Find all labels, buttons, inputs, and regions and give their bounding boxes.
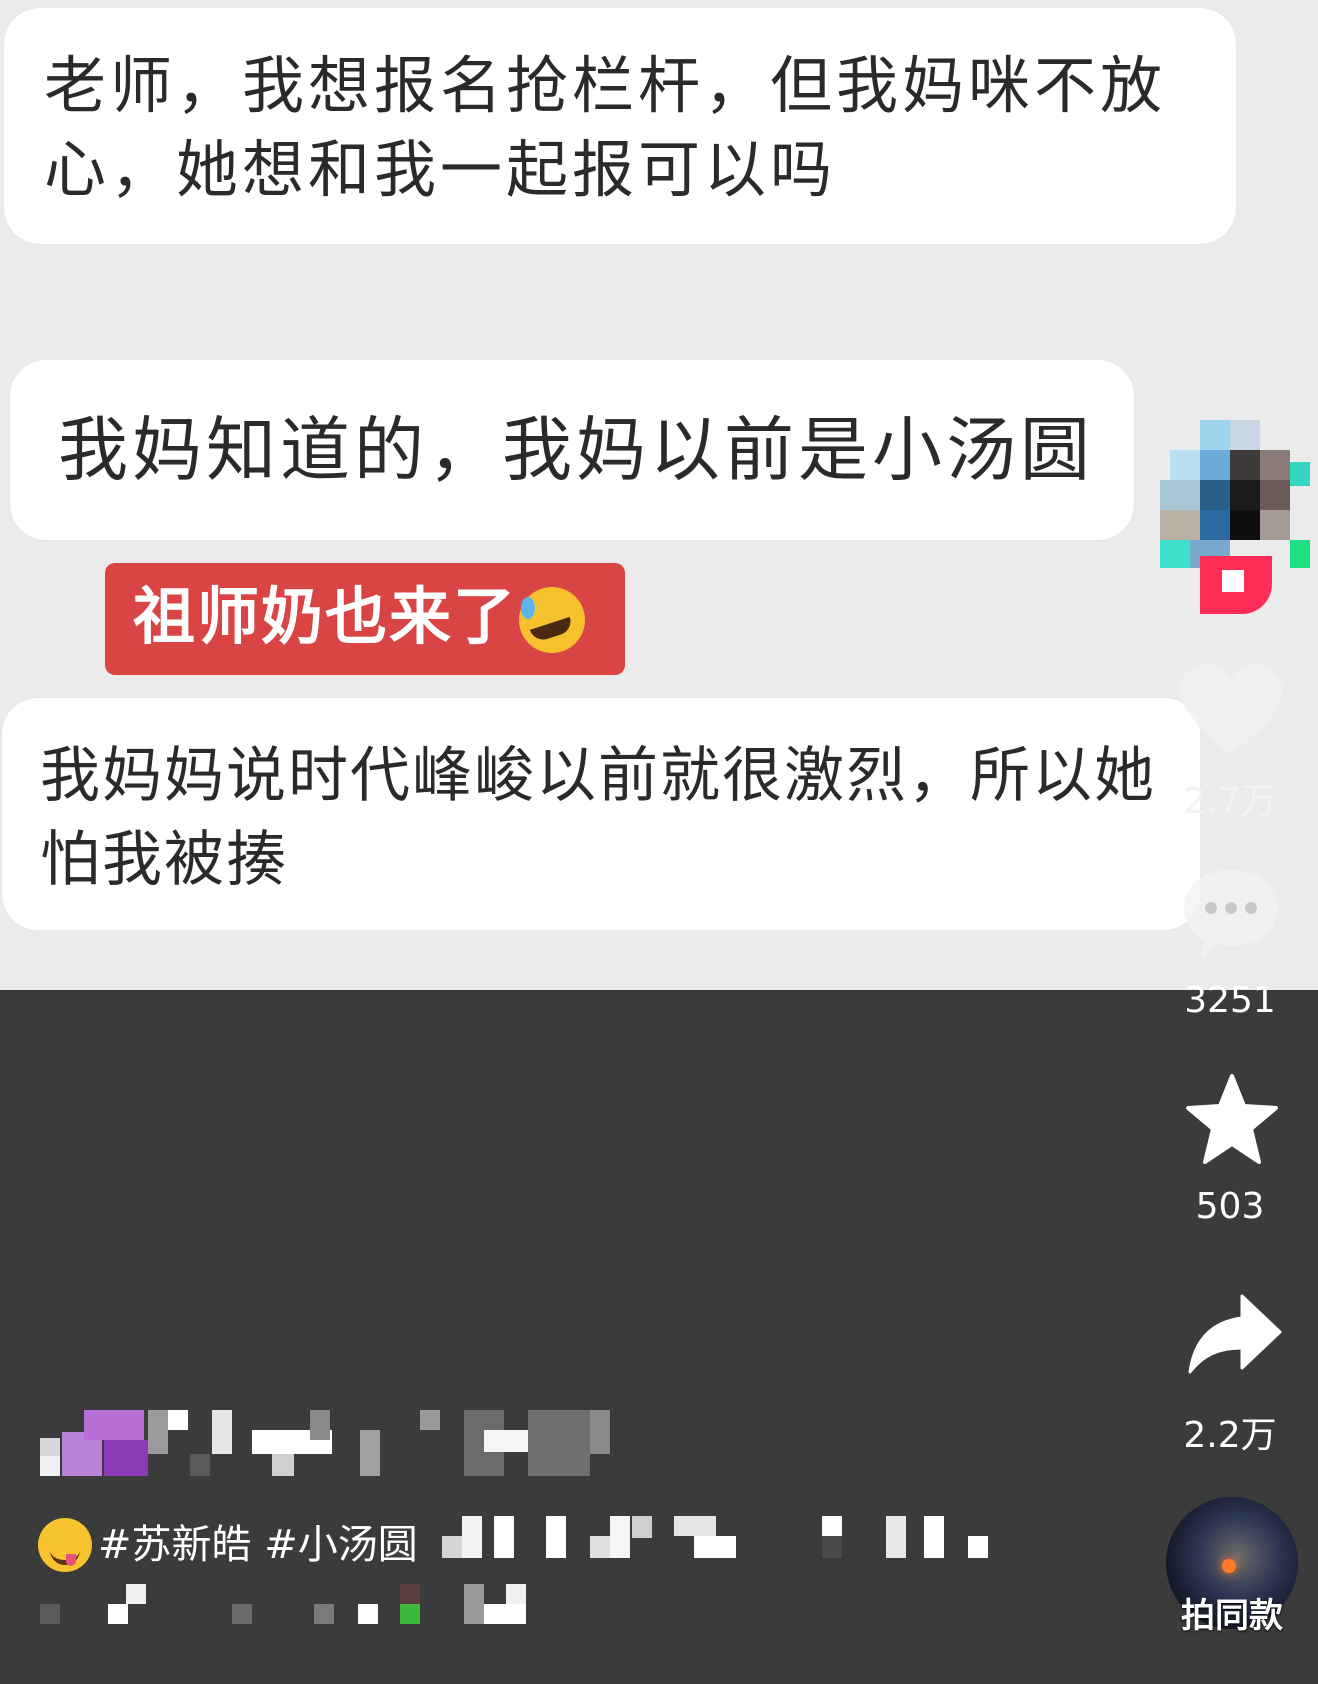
comment-count: 3251 <box>1184 980 1276 1021</box>
heart-icon[interactable] <box>1176 660 1286 760</box>
chat-message-text: 我妈知道的，我妈以前是小汤圆 <box>58 409 1094 491</box>
creator-avatar[interactable] <box>1160 420 1310 620</box>
comment-bubble-icon[interactable] <box>1180 866 1282 962</box>
star-icon[interactable] <box>1184 1072 1280 1168</box>
favorite-count: 503 <box>1195 1186 1265 1227</box>
chat-message-text: 老师，我想报名抢栏杆，但我妈咪不放心，她想和我一起报可以吗 <box>44 49 1167 206</box>
chat-bubble-1: 老师，我想报名抢栏杆，但我妈咪不放心，她想和我一起报可以吗 <box>4 8 1236 244</box>
yum-face-emoji-icon <box>38 1518 92 1572</box>
caption-text: 祖师奶也来了 <box>133 580 518 653</box>
video-content[interactable]: 老师，我想报名抢栏杆，但我妈咪不放心，她想和我一起报可以吗 我妈知道的，我妈以前… <box>0 0 1318 990</box>
share-count: 2.2万 <box>1183 1415 1277 1456</box>
use-same-music-label[interactable]: 拍同款 <box>1166 1588 1298 1637</box>
flame-icon <box>1222 1559 1236 1573</box>
author-name[interactable] <box>40 1410 640 1476</box>
rolling-laughing-emoji-icon <box>519 587 585 653</box>
chat-message-text: 我妈妈说时代峰峻以前就很激烈，所以她怕我被揍 <box>40 741 1156 895</box>
like-count: 2.7万 <box>1183 781 1277 822</box>
chat-bubble-3: 我妈妈说时代峰峻以前就很激烈，所以她怕我被揍 <box>2 698 1200 930</box>
share-arrow-icon[interactable] <box>1186 1292 1284 1378</box>
description-obscured-text <box>40 1516 998 1636</box>
hashtags[interactable]: #苏新皓 #小汤圆 <box>98 1518 418 1572</box>
chat-bubble-2: 我妈知道的，我妈以前是小汤圆 <box>10 360 1134 540</box>
video-caption-tag: 祖师奶也来了 <box>105 563 625 675</box>
